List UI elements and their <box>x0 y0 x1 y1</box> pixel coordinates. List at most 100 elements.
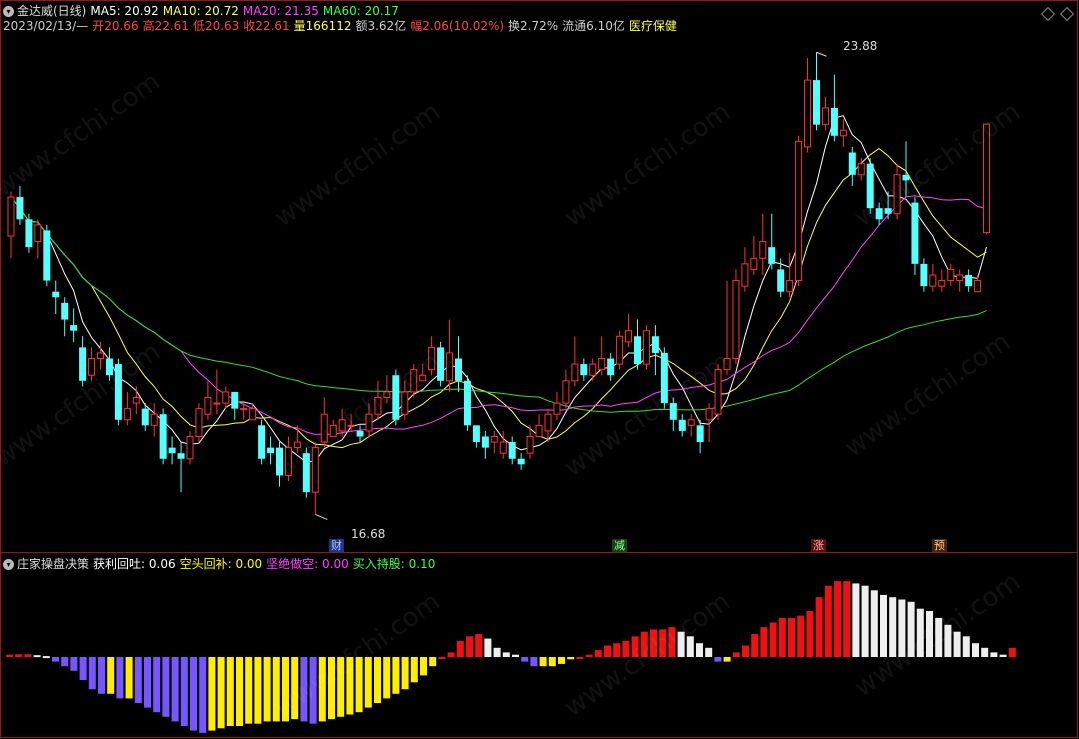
candle-body <box>231 391 239 409</box>
indicator-bar <box>236 657 243 726</box>
candle-body <box>768 247 776 264</box>
candle-body <box>589 363 597 376</box>
candle-body <box>481 436 489 448</box>
indicator-bar <box>972 643 979 657</box>
quote-info-0: 2023/02/13/— <box>3 19 89 33</box>
marker-jian[interactable]: 减 <box>612 539 627 552</box>
indicator-bar <box>180 657 188 726</box>
indicator-bar <box>107 657 115 694</box>
indicator-bar <box>401 657 409 690</box>
indicator-bar <box>300 657 308 722</box>
candle-body <box>553 402 561 415</box>
indicator-bar <box>953 631 961 657</box>
indicator-bar <box>355 657 363 713</box>
indicator-bar <box>61 657 69 667</box>
collapse-icon-indicator[interactable]: ▾ <box>3 558 14 570</box>
indicator-bar <box>254 657 262 724</box>
candle-body <box>177 453 185 459</box>
candle-body <box>911 202 919 264</box>
candle-body <box>848 152 856 175</box>
candle-body <box>562 380 570 404</box>
indicator-bar <box>245 657 253 724</box>
indicator-bar <box>778 617 786 657</box>
indicator-bar <box>318 657 326 722</box>
indicator-bar <box>383 657 391 699</box>
candle-body <box>97 352 104 360</box>
candle-body <box>159 414 167 459</box>
indicator-bar <box>815 597 823 657</box>
chart-border <box>0 0 1078 738</box>
candle-body <box>213 402 221 405</box>
indicator-bar <box>732 652 740 657</box>
quote-info-5: 量166112 <box>293 19 352 33</box>
candle-body <box>920 263 928 287</box>
indicator-bar <box>291 657 299 720</box>
indicator-bar <box>125 657 133 699</box>
indicator-bar <box>15 654 23 657</box>
indicator-header: ▾ 庄家操盘决策 获利回吐: 0.06 空头回补: 0.00 坚绝做空: 0.0… <box>3 556 439 572</box>
indicator-bar <box>539 657 547 667</box>
indicator-bar <box>88 657 96 690</box>
candle-body <box>276 447 283 476</box>
indicator-bar <box>834 581 841 657</box>
candle-body <box>893 174 901 215</box>
indicator-bar <box>438 657 446 659</box>
indicator-bar <box>1008 647 1016 657</box>
candle-body <box>786 280 794 293</box>
candle-body <box>813 80 820 125</box>
quote-info-8: 换2.72% <box>508 19 559 33</box>
candle-body <box>526 435 534 454</box>
marker-cai[interactable]: 财 <box>329 539 344 552</box>
candle-body <box>347 424 355 427</box>
indicator-bar <box>226 657 234 726</box>
indicator-bar <box>751 634 759 657</box>
indicator-bar <box>705 647 713 657</box>
indicator-bar <box>696 643 703 657</box>
indicator-bar <box>346 657 354 715</box>
candle-body <box>34 224 42 243</box>
marker-yu[interactable]: 预 <box>932 539 947 552</box>
indicator-bar <box>567 657 575 660</box>
indicator-bar <box>916 608 924 657</box>
candle-body <box>186 435 194 460</box>
indicator-bar <box>272 657 280 722</box>
indicator-bar <box>769 622 777 657</box>
candlestick-chart[interactable] <box>0 0 1079 739</box>
indicator-bar <box>24 654 32 657</box>
indicator-bar <box>880 594 887 657</box>
indicator-bar <box>337 657 345 717</box>
candle-body <box>607 358 615 376</box>
candle-body <box>410 369 418 393</box>
indicator-bar <box>999 654 1007 657</box>
indicator-bar <box>328 657 335 720</box>
price-header: ▾ 金达威(日线) MA5: 20.92 MA10: 20.72 MA20: 2… <box>3 3 403 19</box>
candle-body <box>678 419 686 431</box>
candle-body <box>267 447 275 454</box>
indicator-item-2: 空头回补: 0.00 <box>179 557 263 571</box>
candle-body <box>634 336 641 365</box>
quote-info-line: 2023/02/13/— 开20.66 高22.61 低20.63 收22.61 量166… <box>3 19 681 33</box>
candle-body <box>598 358 606 371</box>
candle-body <box>204 397 212 415</box>
indicator-bar <box>714 657 722 662</box>
low-pointer <box>315 513 328 520</box>
low-price-label: 16.68 <box>351 527 386 541</box>
marker-zhang[interactable]: 涨 <box>811 539 826 552</box>
indicator-bar <box>576 657 584 659</box>
indicator-item-4: 买入持股: 0.10 <box>352 557 436 571</box>
candle-body <box>884 208 892 214</box>
candle-body <box>222 391 230 404</box>
ma20-label: MA20: 21.35 <box>242 4 319 18</box>
indicator-bar <box>447 652 455 657</box>
indicator-bar <box>585 654 593 657</box>
indicator-bar <box>162 657 170 717</box>
candle-body <box>929 274 937 287</box>
collapse-icon[interactable]: ▾ <box>3 5 14 17</box>
candle-body <box>974 280 982 293</box>
quote-info-3: 低20.63 <box>192 19 240 33</box>
indicator-bar <box>364 657 372 708</box>
candle-body <box>61 302 69 320</box>
indicator-bar <box>742 645 749 657</box>
candle-body <box>374 397 382 415</box>
indicator-bar <box>824 585 832 657</box>
